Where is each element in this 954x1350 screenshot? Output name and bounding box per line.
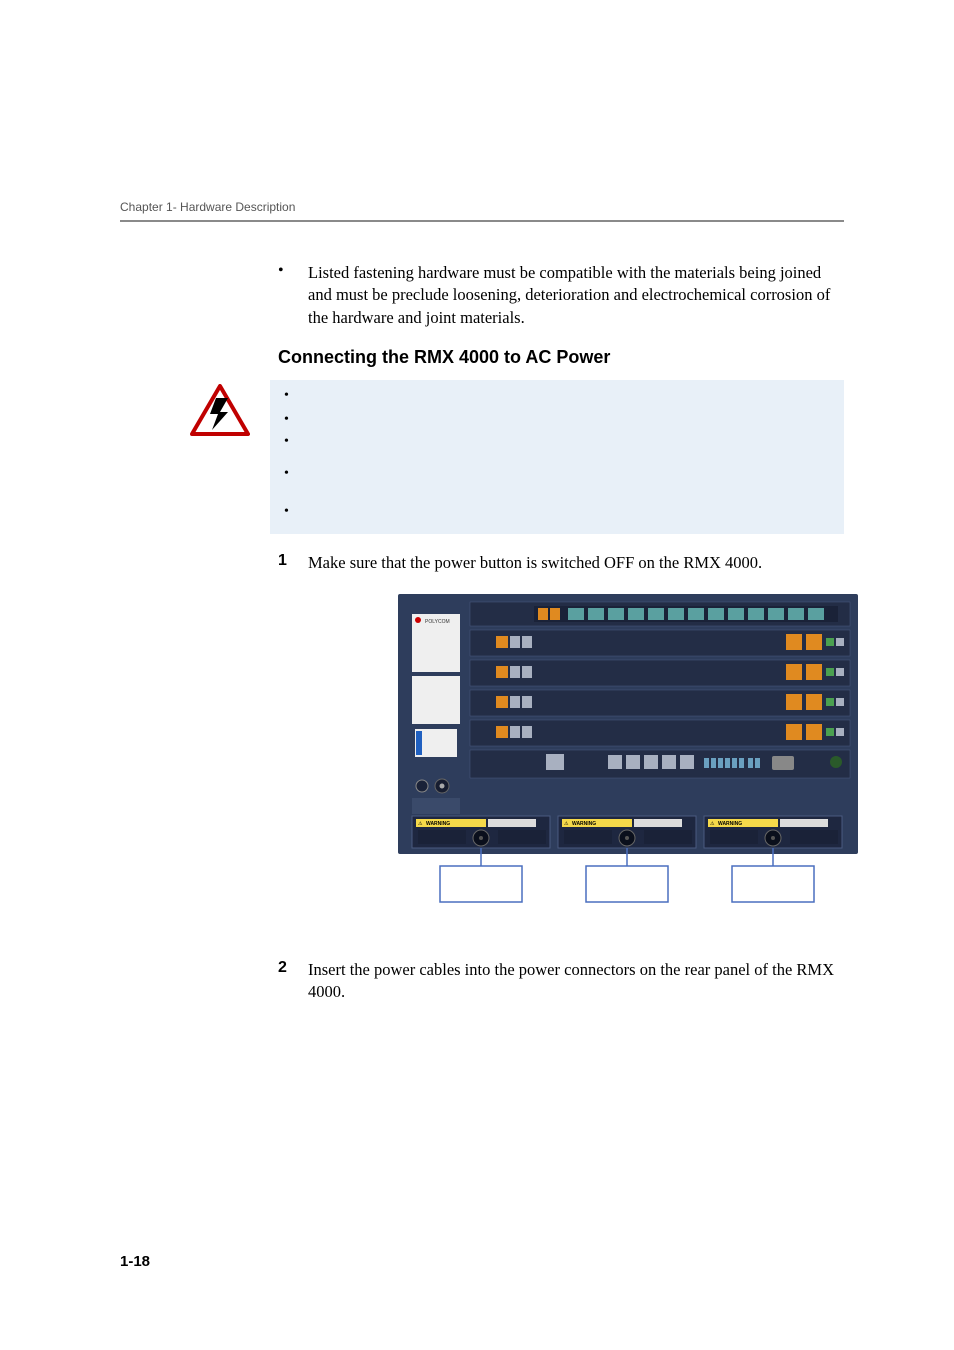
logo-text: POLYCOM [425,619,450,625]
warning-list: • • • • • [270,380,844,534]
warning-item: • [284,504,830,522]
step-2: 2 Insert the power cables into the power… [278,959,844,1004]
warning-item: • [284,388,830,406]
step-number: 2 [278,959,308,1004]
psu-callout-1 [440,866,522,902]
power-supply-bays: ⚠ WARNING ⚠ WARNING [412,816,842,848]
svg-text:⚠: ⚠ [710,821,715,827]
warning-item: • [284,434,830,462]
running-header: Chapter 1- Hardware Description [120,200,844,214]
rtm-isdn-ports [534,606,838,622]
warning-block: • • • • • [190,380,844,534]
intro-bullet: • Listed fastening hardware must be comp… [278,262,844,329]
bullet-dot-icon: • [278,262,308,329]
intro-bullet-text: Listed fastening hardware must be compat… [308,262,844,329]
header-rule [120,220,844,222]
step-text: Insert the power cables into the power c… [308,959,844,1004]
psu-callout-2 [586,866,668,902]
step-text: Make sure that the power button is switc… [308,552,844,574]
warning-item: • [284,412,830,430]
page-number: 1-18 [120,1253,150,1270]
warning-item: • [284,466,830,500]
section-heading: Connecting the RMX 4000 to AC Power [278,347,844,368]
svg-text:⚠: ⚠ [418,821,423,827]
psu-callout-3 [732,866,814,902]
svg-text:⚠: ⚠ [564,821,569,827]
rmx-4000-rear-panel-figure: POLYCOM [398,594,858,909]
step-1: 1 Make sure that the power button is swi… [278,552,844,574]
svg-text:WARNING: WARNING [718,821,742,827]
electrical-hazard-icon [190,384,250,441]
svg-text:WARNING: WARNING [572,821,596,827]
svg-text:WARNING: WARNING [426,821,450,827]
step-number: 1 [278,552,308,574]
